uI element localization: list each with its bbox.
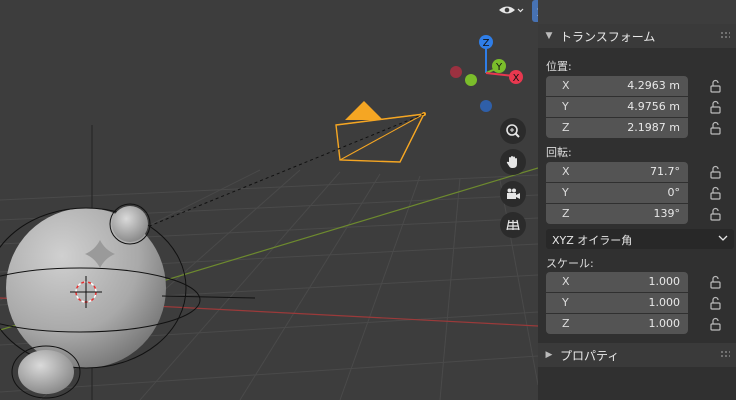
location-z-field[interactable]: Z 2.1987 m: [546, 118, 688, 138]
neg-y-axis-icon[interactable]: [465, 74, 477, 86]
x-axis-icon[interactable]: X: [509, 70, 523, 84]
lock-icon[interactable]: [708, 120, 724, 136]
collapsed-triangle-icon: ▶: [545, 350, 553, 360]
field-axis-label: Z: [562, 207, 570, 220]
rotation-label: 回転:: [546, 146, 572, 159]
field-axis-label: X: [562, 79, 570, 92]
rotation-x-field[interactable]: X 71.7°: [546, 162, 688, 182]
lock-icon[interactable]: [708, 316, 724, 332]
scale-y-field[interactable]: Y 1.000: [546, 293, 688, 313]
grid-ortho-icon[interactable]: [500, 212, 526, 238]
sidebar-n-panel: ▼ トランスフォーム 位置: X 4.2963 m Y 4.9756 m Z 2…: [538, 24, 736, 400]
field-axis-label: Y: [562, 186, 569, 199]
drag-grip-icon[interactable]: [720, 31, 730, 39]
location-x-field[interactable]: X 4.2963 m: [546, 76, 688, 96]
field-axis-label: Z: [562, 121, 570, 134]
lock-icon[interactable]: [708, 164, 724, 180]
navigation-gizmo[interactable]: Z Y X: [446, 30, 526, 120]
field-value: 4.2963 m: [627, 79, 680, 92]
lock-icon[interactable]: [708, 185, 724, 201]
lock-icon[interactable]: [708, 274, 724, 290]
field-axis-label: X: [562, 165, 570, 178]
rotation-mode-dropdown[interactable]: XYZ オイラー角: [546, 229, 734, 249]
3d-viewport[interactable]: Z Y X: [0, 0, 538, 400]
drag-grip-icon[interactable]: [720, 350, 730, 358]
scale-x-field[interactable]: X 1.000: [546, 272, 688, 292]
neg-z-axis-icon[interactable]: [480, 100, 492, 112]
field-value: 0°: [667, 186, 681, 199]
lock-icon[interactable]: [708, 78, 724, 94]
pan-hand-icon[interactable]: [500, 149, 526, 175]
chevron-down-icon: [718, 231, 728, 248]
field-value: 71.7°: [650, 165, 680, 178]
lock-icon[interactable]: [708, 295, 724, 311]
field-value: 1.000: [648, 275, 681, 288]
lock-icon[interactable]: [708, 206, 724, 222]
svg-text:Y: Y: [495, 62, 503, 73]
neg-x-axis-icon[interactable]: [450, 66, 462, 78]
rotation-z-field[interactable]: Z 139°: [546, 204, 688, 224]
location-label: 位置:: [546, 60, 572, 73]
gizmo-arrow-icon[interactable]: [532, 0, 538, 22]
transform-panel-header[interactable]: ▼ トランスフォーム: [538, 24, 736, 48]
field-value: 4.9756 m: [627, 100, 680, 113]
properties-panel-header[interactable]: ▶ プロパティ: [538, 343, 736, 367]
properties-title: プロパティ: [560, 348, 620, 363]
scale-z-field[interactable]: Z 1.000: [546, 314, 688, 334]
field-value: 139°: [653, 207, 681, 220]
lock-icon[interactable]: [708, 99, 724, 115]
y-axis-icon[interactable]: Y: [492, 59, 506, 73]
rotation-mode-value: XYZ オイラー角: [552, 234, 633, 247]
field-value: 2.1987 m: [627, 121, 680, 134]
field-value: 1.000: [648, 317, 681, 330]
field-axis-label: Y: [562, 296, 569, 309]
expanded-triangle-icon: ▼: [545, 31, 553, 41]
eye-visibility-icon[interactable]: [496, 0, 526, 22]
transform-title: トランスフォーム: [560, 29, 656, 44]
location-y-field[interactable]: Y 4.9756 m: [546, 97, 688, 117]
z-axis-icon[interactable]: Z: [479, 35, 493, 49]
scale-label: スケール:: [546, 257, 594, 270]
field-axis-label: Y: [562, 100, 569, 113]
field-value: 1.000: [648, 296, 681, 309]
field-axis-label: X: [562, 275, 570, 288]
camera-view-icon[interactable]: [500, 181, 526, 207]
svg-text:Z: Z: [483, 38, 490, 49]
zoom-icon[interactable]: [500, 118, 526, 144]
rotation-y-field[interactable]: Y 0°: [546, 183, 688, 203]
field-axis-label: Z: [562, 317, 570, 330]
svg-text:X: X: [513, 73, 520, 84]
